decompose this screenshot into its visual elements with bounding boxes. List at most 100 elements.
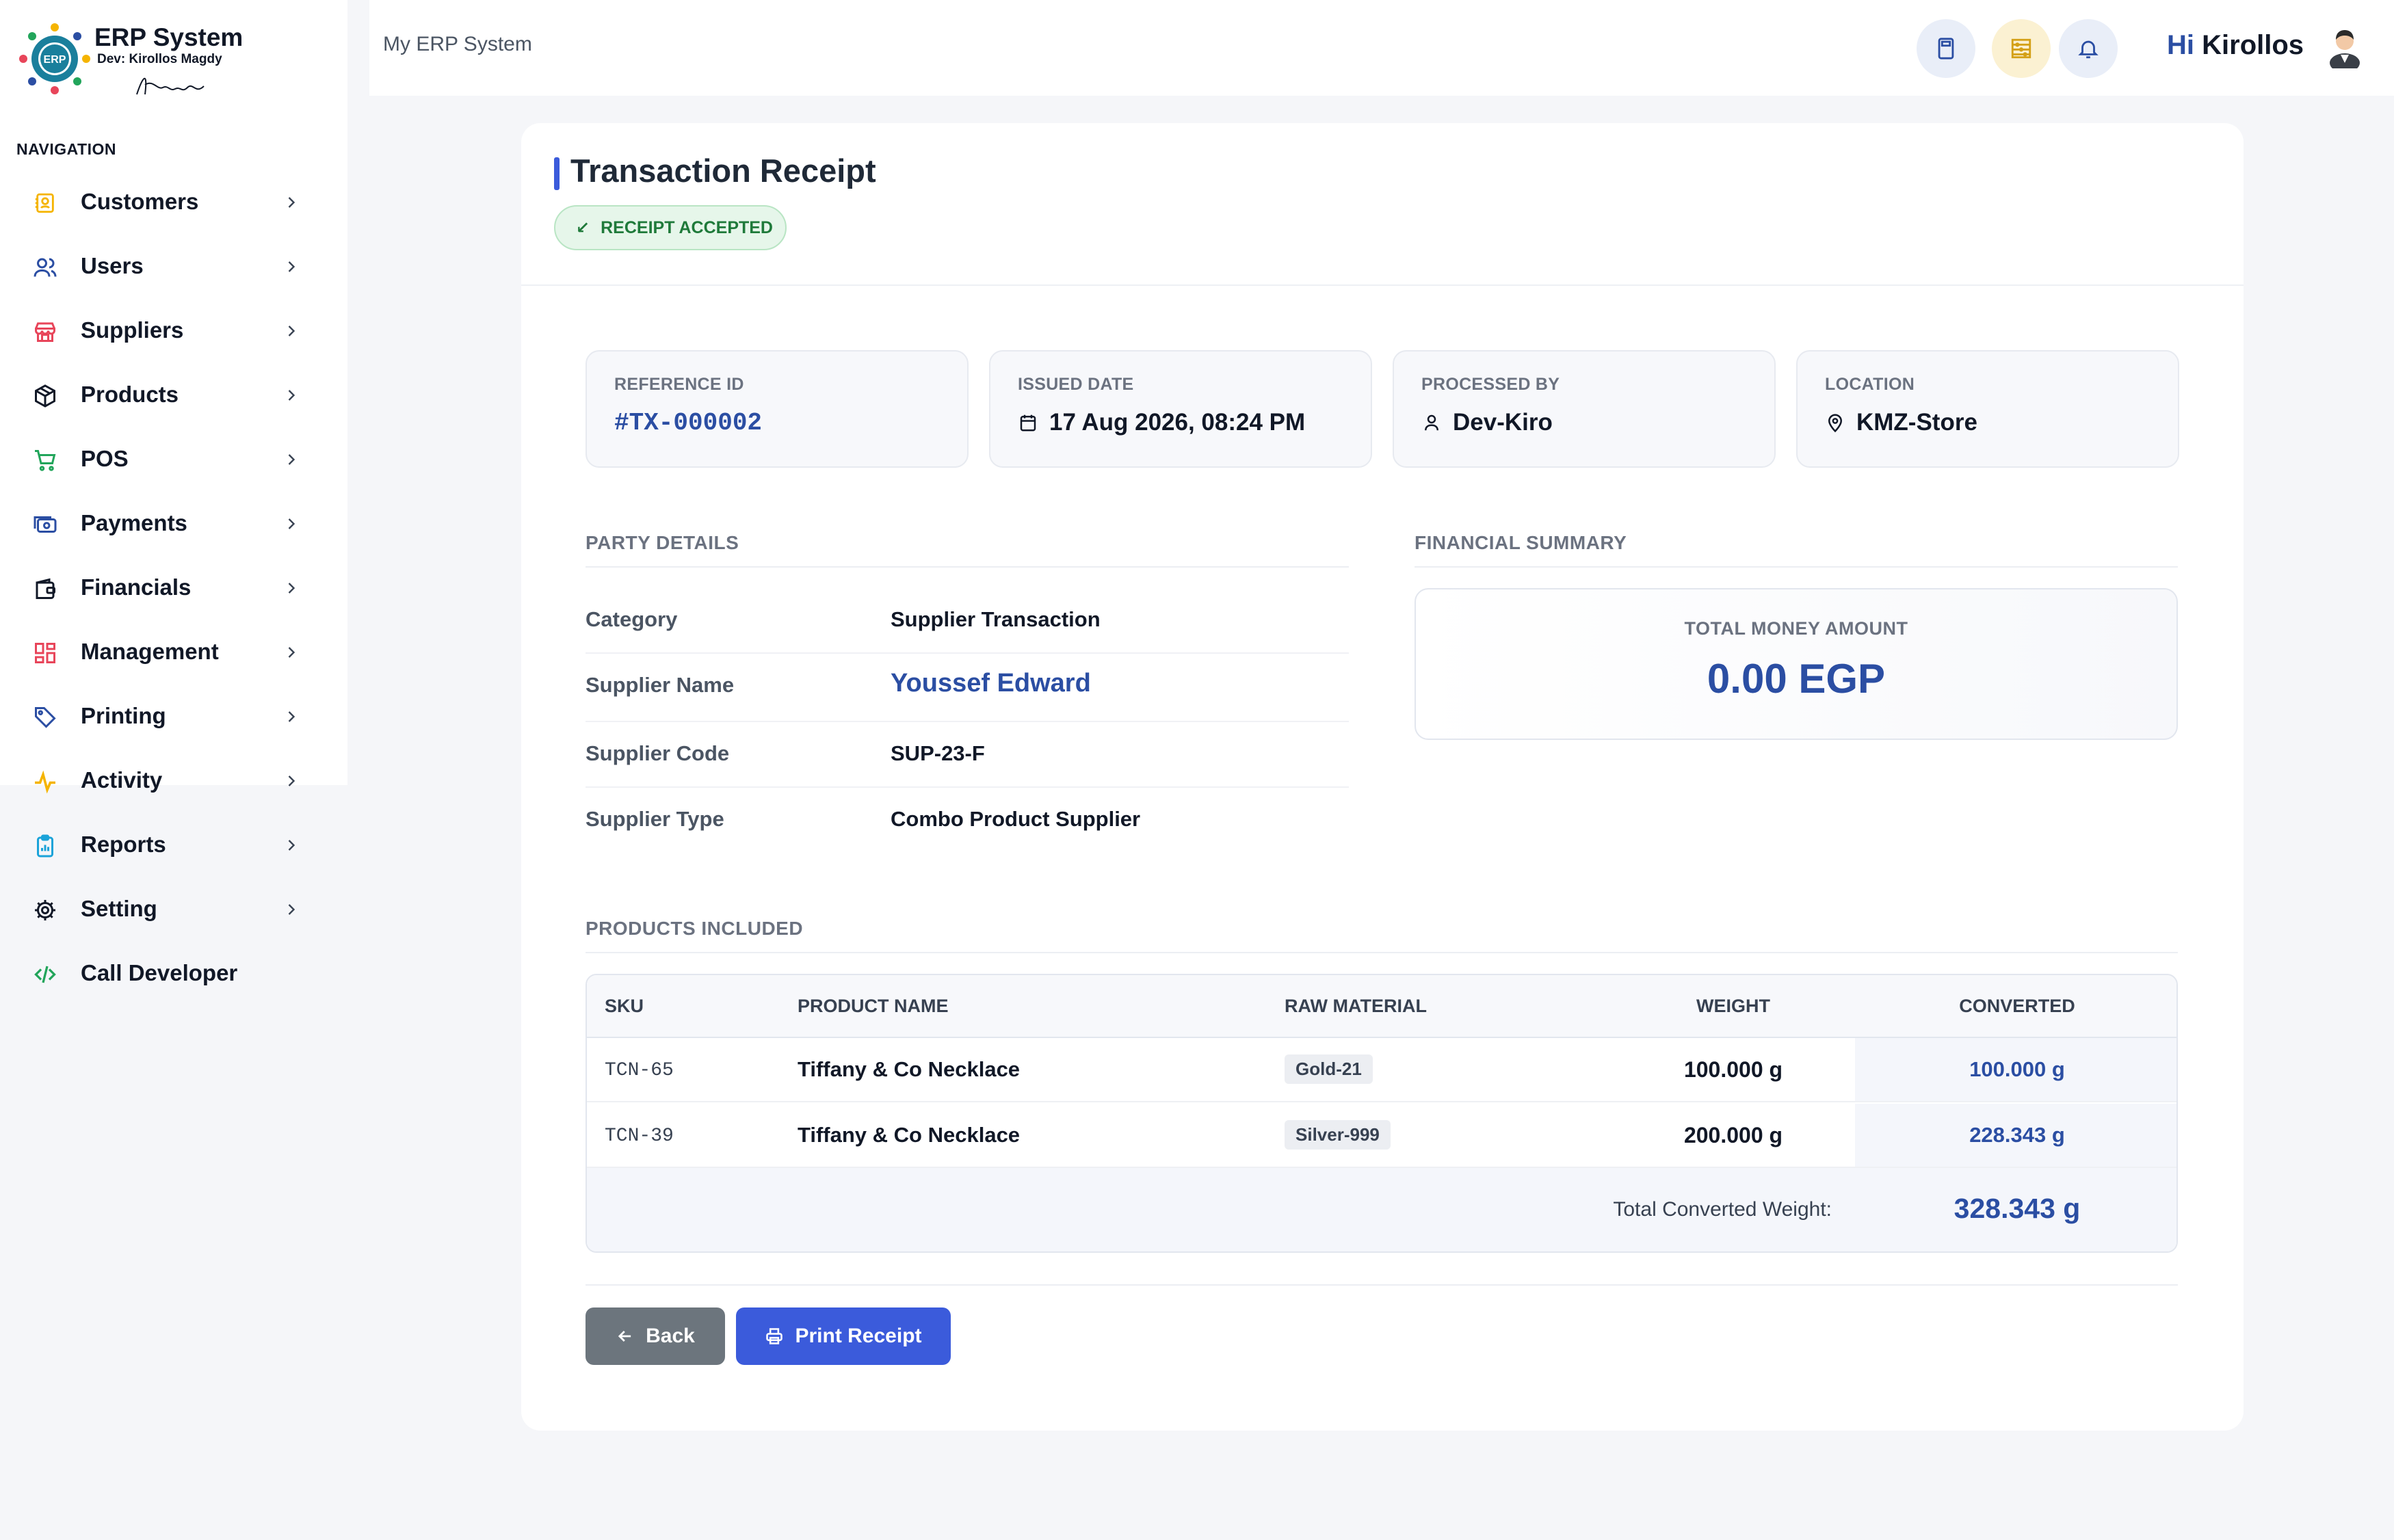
financial-summary-box: TOTAL MONEY AMOUNT 0.00 EGP: [1415, 588, 2178, 740]
divider: [521, 284, 2244, 286]
issued-date-box: ISSUED DATE 17 Aug 2026, 08:24 PM: [989, 350, 1372, 468]
party-row-value: SUP-23-F: [891, 741, 985, 765]
printer-icon: [765, 1327, 784, 1346]
sidebar-item-label: Management: [81, 639, 219, 664]
sidebar-item-users[interactable]: Users: [0, 235, 347, 299]
bell-icon: [2078, 40, 2099, 59]
sidebar-item-call-developer[interactable]: Call Developer: [0, 942, 347, 1006]
processed-by-label: PROCESSED BY: [1421, 375, 1560, 394]
sidebar-item-label: POS: [81, 446, 129, 471]
table-row: TCN-65 Tiffany & Co Necklace Gold-21 100…: [587, 1038, 2176, 1102]
column-header-converted: CONVERTED: [1959, 996, 2075, 1016]
contact-book-icon: [31, 189, 59, 217]
cell-sku: TCN-39: [605, 1126, 674, 1147]
notification-button[interactable]: [2059, 19, 2118, 78]
user-icon: [1421, 412, 1442, 433]
cell-sku: TCN-65: [605, 1060, 674, 1081]
chevron-right-icon: [288, 840, 295, 851]
cell-converted: 100.000 g: [1969, 1057, 2065, 1081]
cell-product-name: Tiffany & Co Necklace: [798, 1057, 1021, 1081]
sidebar-item-setting[interactable]: Setting: [0, 877, 347, 942]
chevron-right-icon: [288, 454, 295, 465]
sidebar-item-reports[interactable]: Reports: [0, 813, 347, 877]
table-row: TCN-39 Tiffany & Co Necklace Silver-999 …: [587, 1104, 2176, 1168]
products-table: SKU PRODUCT NAME RAW MATERIAL WEIGHT CON…: [586, 974, 2178, 1253]
user-greeting[interactable]: Hi Kirollos: [2167, 30, 2304, 61]
sidebar-item-label: Reports: [81, 832, 166, 857]
sidebar-item-financials[interactable]: Financials: [0, 556, 347, 620]
avatar[interactable]: [2326, 25, 2364, 68]
user-name: Kirollos: [2202, 30, 2304, 60]
reference-box: REFERENCE ID #TX-000002: [586, 350, 969, 468]
erp-logo-icon: ERP: [19, 23, 90, 94]
code-icon: [31, 961, 59, 988]
sidebar-item-label: Setting: [81, 896, 157, 921]
cell-weight: 100.000 g: [1683, 1057, 1783, 1082]
sidebar-item-printing[interactable]: Printing: [0, 685, 347, 749]
nav-heading: NAVIGATION: [16, 140, 116, 158]
nav-list: Customers Users Suppliers Products POS P…: [0, 170, 347, 1006]
brand[interactable]: ERP ERP System Dev: Kirollos Magdy: [18, 19, 339, 100]
party-row-value: Combo Product Supplier: [891, 807, 1141, 831]
page-title: Transaction Receipt: [570, 152, 876, 189]
sidebar-item-customers[interactable]: Customers: [0, 170, 347, 235]
calendar-icon: [1018, 412, 1038, 433]
cell-weight: 200.000 g: [1683, 1123, 1783, 1147]
users-icon: [31, 254, 59, 281]
print-receipt-button[interactable]: Print Receipt: [736, 1307, 951, 1365]
wallet-icon: [31, 575, 59, 602]
arrow-left-icon: [616, 1327, 635, 1346]
reference-value: #TX-000002: [614, 409, 763, 437]
chevron-right-icon: [288, 197, 295, 208]
sidebar-item-management[interactable]: Management: [0, 620, 347, 685]
sidebar-item-products[interactable]: Products: [0, 363, 347, 427]
breadcrumb[interactable]: My ERP System: [383, 33, 532, 56]
sidebar-item-label: Call Developer: [81, 960, 238, 985]
chevron-right-icon: [288, 390, 295, 401]
box-icon: [31, 382, 59, 410]
supplier-name-link[interactable]: Youssef Edward: [891, 669, 1091, 698]
cell-converted: 228.343 g: [1969, 1123, 2065, 1147]
divider: [586, 1284, 2178, 1286]
map-pin-icon: [1825, 412, 1845, 433]
calculator-button[interactable]: [1917, 19, 1975, 78]
reference-label: REFERENCE ID: [614, 375, 744, 394]
sidebar-item-payments[interactable]: Payments: [0, 492, 347, 556]
tag-icon: [31, 704, 59, 731]
issued-date-row: 17 Aug 2026, 08:24 PM: [1018, 409, 1305, 436]
total-converted-value: 328.343 g: [1954, 1193, 2081, 1224]
back-button[interactable]: Back: [586, 1307, 725, 1365]
sidebar-item-label: Financials: [81, 574, 192, 600]
activity-pulse-icon: [31, 768, 59, 795]
gear-icon: [31, 897, 59, 924]
chevron-right-icon: [288, 904, 295, 915]
location-value: KMZ-Store: [1856, 409, 1977, 436]
status-badge: ↙ RECEIPT ACCEPTED: [554, 205, 787, 250]
column-header-product-name: PRODUCT NAME: [798, 996, 949, 1016]
sidebar: ERP ERP System Dev: Kirollos Magdy NAVIG…: [0, 0, 347, 985]
greeting-hi: Hi: [2167, 30, 2194, 60]
total-money-label: TOTAL MONEY AMOUNT: [1684, 618, 1908, 639]
sidebar-item-label: Payments: [81, 510, 187, 535]
calculator-icon: [1938, 38, 1954, 59]
chevron-right-icon: [288, 326, 295, 336]
chevron-right-icon: [288, 261, 295, 272]
sidebar-item-label: Activity: [81, 767, 163, 793]
products-heading: PRODUCTS INCLUDED: [586, 918, 804, 939]
total-converted-label: Total Converted Weight:: [1613, 1198, 1832, 1221]
sidebar-item-suppliers[interactable]: Suppliers: [0, 299, 347, 363]
divider: [586, 566, 1349, 568]
processed-by-box: PROCESSED BY Dev-Kiro: [1393, 350, 1776, 468]
sidebar-item-pos[interactable]: POS: [0, 427, 347, 492]
brand-developer: Dev: Kirollos Magdy: [97, 52, 222, 66]
abacus-button[interactable]: [1992, 19, 2051, 78]
issued-date-label: ISSUED DATE: [1018, 375, 1134, 394]
processed-by-row: Dev-Kiro: [1421, 409, 1553, 436]
back-button-label: Back: [646, 1325, 695, 1347]
sidebar-item-activity[interactable]: Activity: [0, 749, 347, 813]
cell-product-name: Tiffany & Co Necklace: [798, 1123, 1021, 1147]
sidebar-item-label: Suppliers: [81, 317, 184, 343]
divider: [586, 952, 2178, 953]
chevron-right-icon: [288, 647, 295, 658]
processed-by-value: Dev-Kiro: [1453, 409, 1553, 436]
